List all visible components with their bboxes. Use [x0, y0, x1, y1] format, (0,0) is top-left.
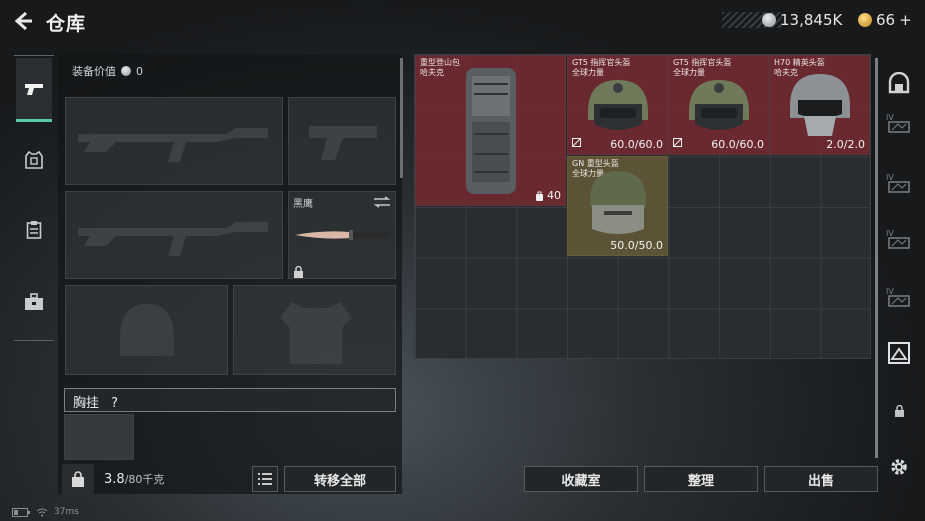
- backpack-icon: [466, 68, 516, 194]
- item-capacity: 40: [535, 189, 561, 202]
- lock-icon: [294, 266, 303, 278]
- transfer-all-button[interactable]: 转移全部: [284, 466, 396, 492]
- melee-slot[interactable]: 黑鹰: [288, 191, 396, 279]
- stash-item-helmet-gt5-1[interactable]: GT5 指挥官头盔 全球力量 60.0/60.0: [567, 55, 668, 155]
- rifle-silhouette-icon: [78, 222, 268, 256]
- sidearm-slot[interactable]: [288, 97, 396, 185]
- equipment-value: 装备价值 0: [72, 63, 143, 79]
- helmet-silhouette-icon: [120, 304, 174, 356]
- tab-locked[interactable]: [884, 396, 914, 426]
- stash-item-helmet-gn[interactable]: GN 重型头盔 全球力量 50.0/50.0: [567, 156, 668, 256]
- silver-coin-icon: [121, 66, 131, 76]
- vault-icon: [888, 72, 910, 94]
- item-name: 重型登山包 哈夫克: [420, 58, 460, 77]
- stash-tab-4-icon: IV: [886, 287, 910, 307]
- tab-tasks[interactable]: [16, 212, 52, 248]
- stash-tab-1-icon: IV: [886, 113, 910, 133]
- collection-room-button[interactable]: 收藏室: [524, 466, 638, 492]
- body-armor-slot[interactable]: [233, 285, 396, 375]
- item-durability: 60.0/60.0: [711, 138, 764, 151]
- tab-stash-1[interactable]: IV: [884, 108, 914, 138]
- broken-icon: [673, 138, 682, 150]
- stash-expand-icon: [888, 342, 910, 364]
- ping-value: 37ms: [54, 507, 79, 517]
- stash-tab-3-icon: IV: [886, 229, 910, 249]
- stash-item-backpack[interactable]: 重型登山包 哈夫克 40: [415, 55, 566, 206]
- back-arrow-icon[interactable]: [12, 10, 36, 32]
- gold-amount: 66: [876, 11, 896, 29]
- toolbox-icon: [25, 293, 43, 310]
- page-title: 仓库: [46, 13, 87, 35]
- melee-name: 黑鹰: [293, 199, 313, 210]
- tab-toolbox[interactable]: [16, 284, 52, 320]
- chest-rig-header[interactable]: 胸挂 ?: [64, 388, 396, 412]
- clipboard-icon: [26, 221, 42, 239]
- device-status-bar: 37ms: [12, 507, 79, 517]
- helmet-slot[interactable]: [65, 285, 228, 375]
- gold-currency[interactable]: 66 +: [858, 11, 912, 29]
- stash-item-helmet-h70[interactable]: H70 精英头盔 哈夫克 2.0/2.0: [769, 55, 870, 155]
- lock-icon: [894, 405, 904, 417]
- svg-text:IV: IV: [886, 229, 894, 238]
- svg-text:IV: IV: [886, 173, 894, 182]
- item-durability: 50.0/50.0: [610, 239, 663, 252]
- secondary-weapon-slot[interactable]: [65, 191, 283, 279]
- equipment-value-amount: 0: [136, 64, 143, 78]
- tab-vault[interactable]: [884, 68, 914, 98]
- knife-icon: [295, 230, 389, 240]
- tab-stash-3[interactable]: IV: [884, 224, 914, 254]
- stash-scrollbar-thumb[interactable]: [875, 58, 878, 458]
- tab-stash-4[interactable]: IV: [884, 282, 914, 312]
- gold-coin-icon: [858, 13, 872, 27]
- item-durability: 60.0/60.0: [610, 138, 663, 151]
- item-capacity-value: 40: [547, 189, 561, 202]
- chest-rig-label: 胸挂: [73, 396, 100, 411]
- silver-currency: 13,845K: [762, 11, 842, 29]
- list-icon: [258, 473, 272, 485]
- weight-current: 3.8: [104, 472, 125, 487]
- sort-button[interactable]: 整理: [644, 466, 758, 492]
- backpack-weight-icon-box: [62, 464, 94, 494]
- helmet-icon: [689, 80, 749, 130]
- svg-text:IV: IV: [886, 113, 894, 122]
- primary-weapon-slot[interactable]: [65, 97, 283, 185]
- broken-icon: [572, 138, 581, 150]
- settings-button[interactable]: [884, 452, 914, 482]
- tab-stash-2[interactable]: IV: [884, 168, 914, 198]
- silver-amount: 13,845K: [780, 11, 843, 29]
- equipment-value-label: 装备价值: [72, 65, 116, 78]
- battery-icon: [12, 507, 30, 517]
- helmet-icon: [590, 171, 646, 234]
- chest-rig-slot[interactable]: [64, 414, 134, 460]
- swap-icon[interactable]: [373, 196, 391, 208]
- left-scrollbar[interactable]: [400, 58, 403, 178]
- helmet-icon: [588, 80, 648, 130]
- settings-gear-icon: [891, 459, 907, 475]
- pistol-icon: [25, 83, 43, 95]
- gold-add-icon[interactable]: +: [899, 11, 912, 29]
- svg-text:IV: IV: [886, 287, 894, 296]
- tab-weapons[interactable]: [16, 58, 52, 122]
- tab-armor[interactable]: [16, 142, 52, 178]
- bag-icon: [536, 191, 543, 201]
- item-durability: 2.0/2.0: [826, 138, 865, 151]
- helmet-icon: [790, 74, 850, 136]
- sell-button[interactable]: 出售: [764, 466, 878, 492]
- list-view-button[interactable]: [252, 466, 278, 492]
- wifi-icon: [36, 508, 48, 516]
- armor-icon: [25, 150, 43, 169]
- pistol-silhouette-icon: [309, 126, 377, 160]
- stash-tab-2-icon: IV: [886, 173, 910, 193]
- vest-silhouette-icon: [280, 302, 352, 364]
- tab-stash-expand[interactable]: [884, 338, 914, 368]
- stash-item-helmet-gt5-2[interactable]: GT5 指挥官头盔 全球力量 60.0/60.0: [668, 55, 769, 155]
- carry-weight: 3.8/80千克: [104, 471, 164, 487]
- weight-max: /80千克: [124, 473, 165, 486]
- silver-coin-icon: [762, 13, 776, 27]
- rifle-silhouette-icon: [78, 128, 268, 162]
- weight-lock-icon: [72, 471, 84, 487]
- help-icon[interactable]: ?: [111, 396, 118, 411]
